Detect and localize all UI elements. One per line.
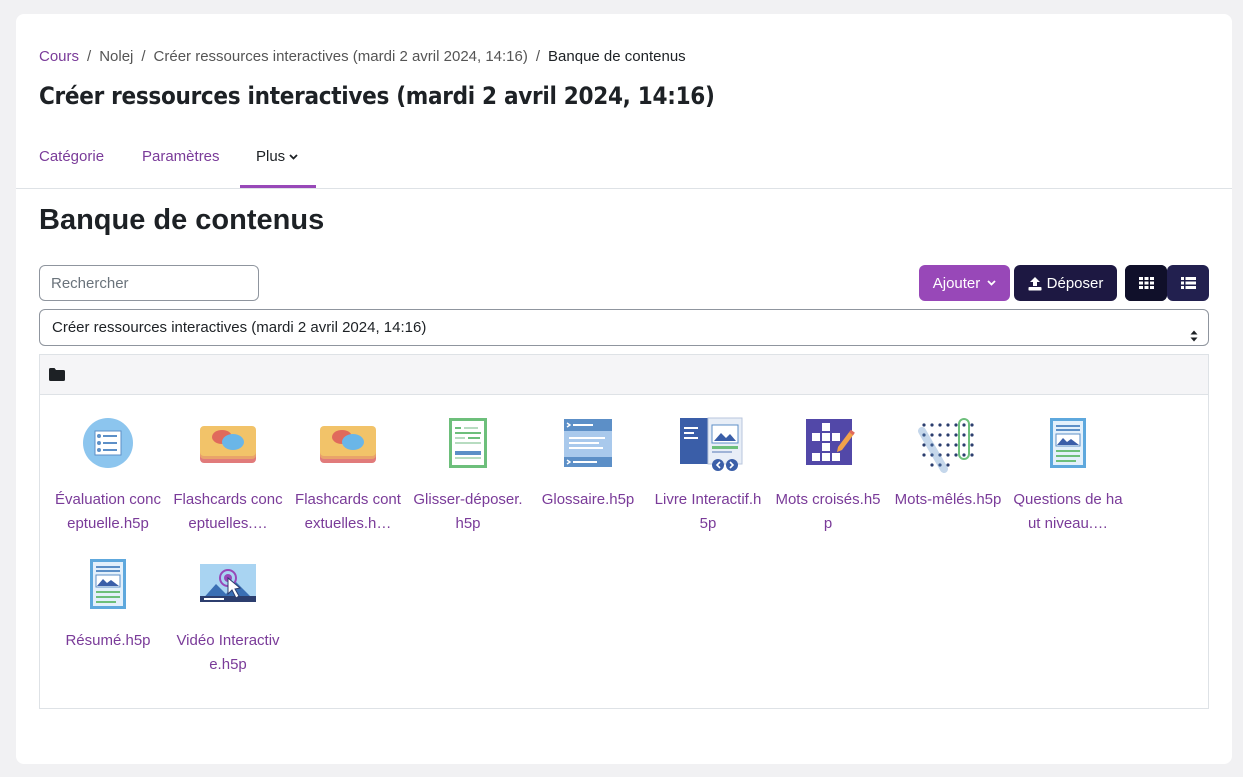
upload-button-label: Déposer	[1046, 274, 1104, 292]
secondary-navigation: Catégorie Paramètres Plus	[16, 140, 1232, 189]
content-bank-files: Évaluation conceptuelle.h5p Flashcards c…	[39, 354, 1209, 709]
context-select-value: Créer ressources interactives (mardi 2 a…	[52, 319, 427, 336]
file-name: Flashcards conceptuelles.…	[173, 491, 283, 532]
file-item[interactable]: Glisser-déposer.h5p	[408, 417, 528, 536]
file-item[interactable]: Flashcards conceptuelles.…	[168, 417, 288, 536]
breadcrumb-separator: /	[87, 48, 92, 65]
file-item[interactable]: Questions de haut niveau.…	[1008, 417, 1128, 536]
file-item[interactable]: Livre Interactif.h5p	[648, 417, 768, 536]
grid-view-button[interactable]	[1125, 265, 1167, 301]
breadcrumb-course[interactable]: Créer ressources interactives (mardi 2 a…	[154, 48, 528, 65]
upload-icon	[1028, 276, 1042, 291]
select-arrows-icon	[1190, 321, 1198, 342]
word-search-icon	[918, 417, 978, 473]
file-name: Questions de haut niveau.…	[1013, 491, 1123, 532]
chevron-down-icon	[987, 280, 996, 286]
breadcrumb-separator: /	[141, 48, 146, 65]
add-button-label: Ajouter	[932, 274, 981, 292]
crossword-icon	[798, 417, 858, 473]
tab-parametres[interactable]: Paramètres	[142, 140, 220, 188]
file-name: Vidéo Interactive.h5p	[176, 632, 280, 673]
tab-label: Paramètres	[142, 148, 220, 165]
document-icon	[1038, 417, 1098, 473]
list-view-button[interactable]	[1167, 265, 1209, 301]
file-item[interactable]: Glossaire.h5p	[528, 417, 648, 512]
upload-button[interactable]: Déposer	[1014, 265, 1117, 301]
breadcrumb-cours[interactable]: Cours	[39, 48, 79, 65]
tab-label: Plus	[256, 148, 286, 165]
folder-icon[interactable]	[49, 368, 65, 386]
file-name: Évaluation conceptuelle.h5p	[55, 491, 161, 532]
interactive-book-icon	[678, 417, 743, 473]
interactive-video-icon	[198, 558, 258, 614]
search-input[interactable]	[39, 265, 259, 301]
chevron-down-icon	[289, 141, 298, 175]
file-name: Glisser-déposer.h5p	[413, 491, 523, 532]
file-name: Livre Interactif.h5p	[654, 491, 762, 532]
file-name: Mots croisés.h5p	[775, 491, 881, 532]
breadcrumb-separator: /	[535, 48, 541, 65]
assessment-icon	[78, 417, 138, 473]
file-item[interactable]: Vidéo Interactive.h5p	[168, 558, 288, 677]
list-icon	[1180, 277, 1196, 289]
grid-icon	[1138, 277, 1154, 289]
tab-categorie[interactable]: Catégorie	[39, 140, 104, 188]
flashcards-icon	[198, 417, 258, 473]
drag-drop-icon	[438, 417, 498, 473]
file-name: Résumé.h5p	[65, 632, 151, 649]
context-select[interactable]: Créer ressources interactives (mardi 2 a…	[39, 309, 1209, 346]
flashcards-icon	[318, 417, 378, 473]
breadcrumb-current: Banque de contenus	[548, 48, 686, 65]
document-icon	[78, 558, 138, 614]
main-card: Cours / Nolej / Créer ressources interactive…	[16, 14, 1232, 764]
section-title: Banque de contenus	[39, 204, 325, 236]
file-item[interactable]: Mots-mêlés.h5p	[888, 417, 1008, 512]
add-button[interactable]: Ajouter	[919, 265, 1010, 301]
file-name: Flashcards contextuelles.h…	[295, 491, 401, 532]
file-item[interactable]: Mots croisés.h5p	[768, 417, 888, 536]
breadcrumb: Cours / Nolej / Créer ressources interactive…	[39, 48, 686, 65]
breadcrumb-nolej[interactable]: Nolej	[99, 48, 133, 65]
file-item[interactable]: Évaluation conceptuelle.h5p	[48, 417, 168, 536]
files-header	[40, 355, 1208, 395]
glossary-icon	[558, 417, 618, 473]
file-item[interactable]: Flashcards contextuelles.h…	[288, 417, 408, 536]
file-name: Mots-mêlés.h5p	[894, 491, 1002, 508]
file-name: Glossaire.h5p	[541, 491, 635, 508]
file-item[interactable]: Résumé.h5p	[48, 558, 168, 653]
tab-label: Catégorie	[39, 148, 105, 165]
page-title: Créer ressources interactives (mardi 2 a…	[39, 82, 715, 110]
tab-plus[interactable]: Plus	[240, 140, 316, 188]
